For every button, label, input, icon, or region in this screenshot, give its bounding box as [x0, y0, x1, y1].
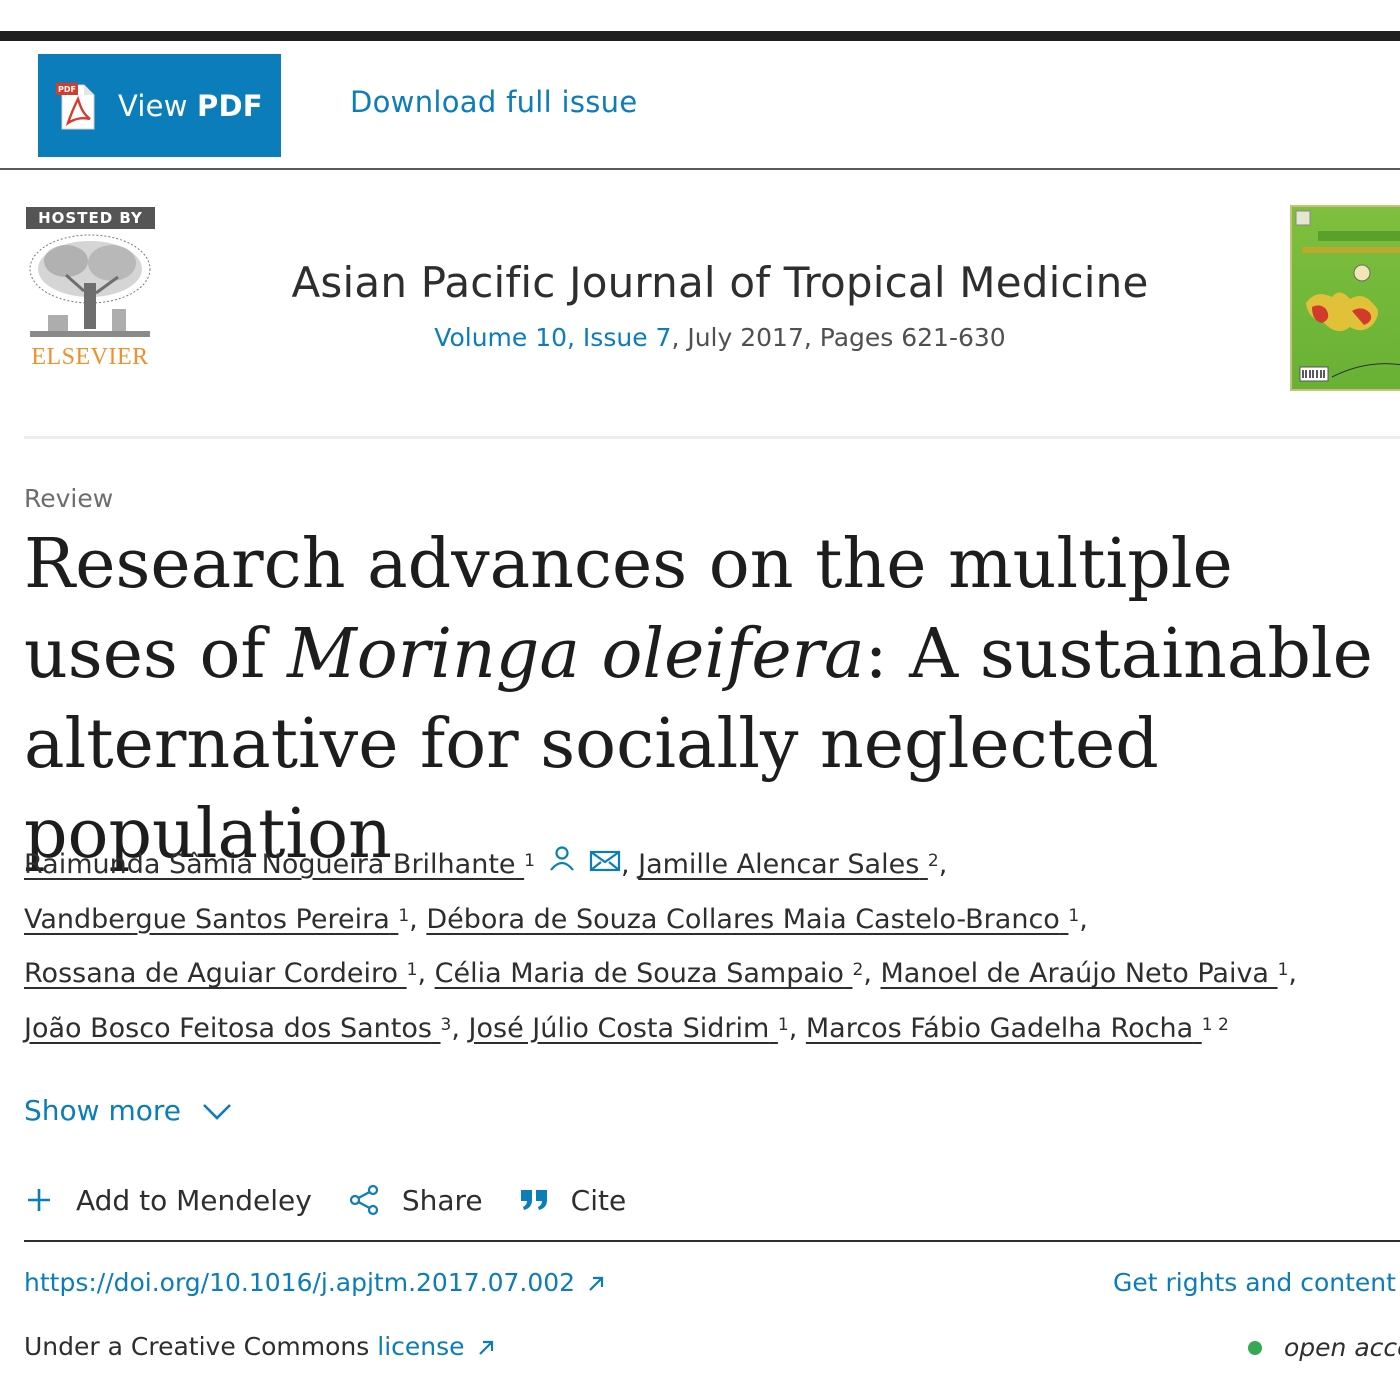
plus-icon	[28, 1189, 50, 1211]
article-actions: Add to Mendeley Share Cite	[24, 1180, 662, 1220]
author-link[interactable]: Marcos Fábio Gadelha Rocha 1 2	[806, 1013, 1229, 1044]
author-link[interactable]: Vandbergue Santos Pereira 1	[24, 904, 409, 935]
view-pdf-label: View PDF	[118, 88, 263, 123]
download-full-issue-link[interactable]: Download full issue	[350, 85, 638, 119]
quote-icon	[520, 1190, 547, 1210]
license-link[interactable]: license	[377, 1332, 464, 1361]
top-border	[0, 31, 1400, 41]
pdf-icon: PDF	[56, 81, 100, 131]
doi-link[interactable]: https://doi.org/10.1016/j.apjtm.2017.07.…	[24, 1268, 607, 1297]
hosted-by-label: HOSTED BY	[26, 207, 155, 229]
rights-and-content-link[interactable]: Get rights and content	[1113, 1268, 1396, 1297]
header-divider	[24, 436, 1400, 439]
mendeley-label: Add to Mendeley	[76, 1183, 312, 1217]
journal-title-link[interactable]: Asian Pacific Journal of Tropical Medici…	[0, 258, 1400, 307]
journal-cover-image[interactable]	[1290, 205, 1400, 391]
cite-label: Cite	[570, 1183, 627, 1217]
author-link[interactable]: Raimunda Sâmia Nogueira Brilhante 1	[24, 849, 535, 880]
pdf-toolbar: PDF View PDF Download full issue	[0, 41, 1400, 168]
author-link[interactable]: Manoel de Araújo Neto Paiva 1	[881, 958, 1289, 989]
author-link[interactable]: Célia Maria de Souza Sampaio 2	[435, 958, 864, 989]
show-more-button[interactable]: Show more	[24, 1094, 233, 1127]
external-link-icon	[589, 1276, 604, 1291]
author-link[interactable]: Jamille Alencar Sales 2	[638, 849, 939, 880]
author-link[interactable]: Rossana de Aguiar Cordeiro 1	[24, 958, 417, 989]
author-link[interactable]: José Júlio Costa Sidrim 1	[469, 1013, 789, 1044]
svg-text:PDF: PDF	[58, 85, 76, 94]
doi-text: https://doi.org/10.1016/j.apjtm.2017.07.…	[24, 1268, 576, 1297]
person-icon[interactable]	[547, 838, 577, 893]
share-label: Share	[401, 1183, 483, 1217]
journal-meta: Volume 10, Issue 7, July 2017, Pages 621…	[0, 323, 1400, 352]
author-link[interactable]: Débora de Souza Collares Maia Castelo-Br…	[426, 904, 1079, 935]
view-pdf-button[interactable]: PDF View PDF	[38, 54, 281, 157]
external-link-icon	[478, 1340, 493, 1355]
add-to-mendeley-button[interactable]: Add to Mendeley	[24, 1184, 312, 1217]
volume-issue-link[interactable]: Volume 10, Issue 7	[434, 323, 671, 352]
author-link[interactable]: João Bosco Feitosa dos Santos 3	[24, 1013, 451, 1044]
journal-date-pages: , July 2017, Pages 621-630	[671, 323, 1006, 352]
envelope-icon[interactable]	[589, 838, 621, 893]
article-title: Research advances on the multiple uses o…	[24, 520, 1394, 880]
license-prefix: Under a Creative Commons	[24, 1332, 370, 1361]
author-list: Raimunda Sâmia Nogueira Brilhante 1, Jam…	[24, 838, 1400, 1056]
journal-header: HOSTED BY ELSEVIER Asian Pacific Journal…	[0, 170, 1400, 440]
open-access-badge: open access	[1248, 1333, 1400, 1362]
open-access-label: open access	[1284, 1333, 1400, 1362]
share-button[interactable]: Share	[348, 1184, 483, 1217]
article-title-species: Moringa oleifera	[287, 615, 865, 694]
cite-button[interactable]: Cite	[519, 1183, 627, 1217]
chevron-down-icon	[203, 1103, 231, 1120]
article-type-label: Review	[24, 484, 114, 513]
share-icon	[349, 1184, 378, 1216]
show-more-label: Show more	[24, 1094, 181, 1127]
license-info: Under a Creative Commons license	[24, 1332, 497, 1361]
open-access-dot-icon	[1248, 1340, 1262, 1355]
actions-divider	[24, 1240, 1400, 1242]
